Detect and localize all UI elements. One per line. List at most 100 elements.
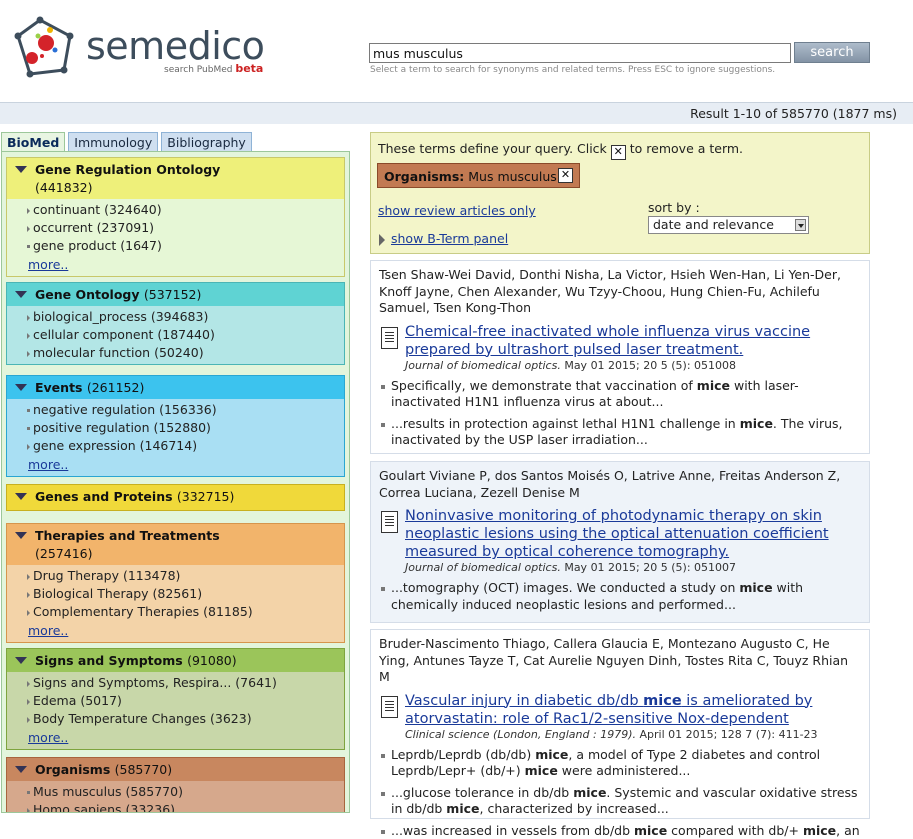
- facet-title: Gene Ontology: [35, 287, 140, 302]
- more-link[interactable]: more..: [28, 729, 338, 747]
- facet-count: (257416): [35, 546, 92, 561]
- facet-item[interactable]: occurrent (237091): [33, 219, 338, 237]
- collapse-triangle-icon[interactable]: [15, 532, 27, 539]
- result-title-link[interactable]: Noninvasive monitoring of photodynamic t…: [405, 508, 829, 560]
- logo-tagline: search PubMed beta: [164, 62, 263, 75]
- query-panel: These terms define your query. Click ✕ t…: [370, 132, 870, 254]
- collapse-triangle-icon[interactable]: [15, 493, 27, 500]
- document-icon[interactable]: [381, 511, 398, 533]
- bterm-panel-link[interactable]: show B-Term panel: [391, 231, 508, 246]
- facet-header[interactable]: Genes and Proteins (332715): [7, 485, 344, 510]
- facet-header[interactable]: Organisms (585770): [7, 758, 344, 781]
- snippet-text: ...tomography (OCT) images. We conducted…: [391, 580, 739, 595]
- sort-selected-value: date and relevance: [653, 217, 774, 232]
- snippet-hit: mice: [803, 823, 836, 838]
- facet-item[interactable]: Signs and Symptoms, Respira... (7641): [33, 674, 338, 692]
- result-authors: Goulart Viviane P, dos Santos Moisés O, …: [379, 468, 861, 501]
- facet-item[interactable]: continuant (324640): [33, 201, 338, 219]
- result-snippet: ...was increased in vessels from db/db m…: [379, 823, 861, 839]
- tab-immunology[interactable]: Immunology: [68, 132, 158, 152]
- remove-term-close-icon[interactable]: ✕: [558, 168, 573, 183]
- result-journal: Journal of biomedical optics. May 01 201…: [405, 561, 861, 575]
- document-icon[interactable]: [381, 696, 398, 718]
- logo-beta: beta: [235, 62, 263, 75]
- facet-count: (261152): [87, 380, 144, 395]
- facet-title: Organisms: [35, 762, 110, 777]
- facet-tabs: BioMed Immunology Bibliography: [1, 132, 255, 152]
- facet-header[interactable]: Gene Ontology (537152): [7, 283, 344, 306]
- facet-genes-and-proteins: Genes and Proteins (332715): [6, 484, 345, 511]
- title-hit: mice: [643, 693, 682, 709]
- facet-item[interactable]: Edema (5017): [33, 692, 338, 710]
- result-title-link[interactable]: Chemical-free inactivated whole influenz…: [405, 324, 810, 358]
- collapse-triangle-icon[interactable]: [15, 766, 27, 773]
- collapse-triangle-icon[interactable]: [15, 291, 27, 298]
- facet-item[interactable]: Homo sapiens (33236): [33, 801, 338, 813]
- facet-header[interactable]: Gene Regulation Ontology (441832): [7, 158, 344, 199]
- facet-header[interactable]: Events (261152): [7, 376, 344, 399]
- result-journal: Clinical science (London, England : 1979…: [405, 728, 861, 742]
- snippet-hit: mice: [573, 785, 606, 800]
- facet-item[interactable]: Drug Therapy (113478): [33, 567, 338, 585]
- facet-header[interactable]: Signs and Symptoms (91080): [7, 649, 344, 672]
- facet-count: (441832): [35, 180, 92, 195]
- snippet-text: , characterized by increased...: [480, 801, 669, 816]
- facet-item[interactable]: cellular component (187440): [33, 326, 338, 344]
- tab-bibliography[interactable]: Bibliography: [161, 132, 252, 152]
- facet-title: Gene Regulation Ontology: [35, 162, 220, 177]
- facet-item[interactable]: biological_process (394683): [33, 308, 338, 326]
- review-articles-link[interactable]: show review articles only: [378, 203, 536, 218]
- search-button[interactable]: search: [794, 42, 870, 63]
- facet-item[interactable]: negative regulation (156336): [33, 401, 338, 419]
- facet-item[interactable]: Biological Therapy (82561): [33, 585, 338, 603]
- sort-select[interactable]: date and relevance: [648, 216, 809, 234]
- document-icon[interactable]: [381, 327, 398, 349]
- facet-item[interactable]: molecular function (50240): [33, 344, 338, 362]
- close-icon: ✕: [611, 145, 626, 160]
- bterm-toggle[interactable]: show B-Term panel: [381, 231, 508, 246]
- result-title-link[interactable]: Vascular injury in diabetic db/db mice i…: [405, 693, 812, 727]
- expand-triangle-icon[interactable]: [379, 234, 385, 246]
- tab-biomed[interactable]: BioMed: [1, 132, 65, 152]
- more-link[interactable]: more..: [28, 256, 338, 274]
- result-journal: Journal of biomedical optics. May 01 201…: [405, 359, 861, 373]
- facet-title: Signs and Symptoms: [35, 653, 183, 668]
- query-instructions: These terms define your query. Click ✕ t…: [378, 141, 743, 160]
- snippet-text: were administered...: [558, 763, 691, 778]
- facet-therapies-and-treatments: Therapies and Treatments (257416) Drug T…: [6, 523, 345, 643]
- semedico-logo[interactable]: semedico search PubMed beta: [8, 14, 270, 84]
- result-item: Goulart Viviane P, dos Santos Moisés O, …: [370, 461, 870, 623]
- facet-item[interactable]: Complementary Therapies (81185): [33, 603, 338, 621]
- journal-name: Clinical science (London, England : 1979…: [405, 728, 636, 741]
- title-text: Vascular injury in diabetic db/db: [405, 693, 643, 709]
- snippet-hit: mice: [525, 763, 558, 778]
- collapse-triangle-icon[interactable]: [15, 657, 27, 664]
- facet-signs-and-symptoms: Signs and Symptoms (91080) Signs and Sym…: [6, 648, 345, 750]
- dropdown-arrow-icon[interactable]: [795, 219, 806, 231]
- snippet-text: ...was increased in vessels from db/db: [391, 823, 634, 838]
- query-term-chip: Organisms: Mus musculus ✕: [377, 163, 580, 188]
- facet-item[interactable]: positive regulation (152880): [33, 419, 338, 437]
- result-item: Tsen Shaw-Wei David, Donthi Nisha, La Vi…: [370, 260, 870, 454]
- logo-tagline-text: search PubMed: [164, 65, 232, 75]
- facet-item[interactable]: gene product (1647): [33, 237, 338, 255]
- snippet-hit: mice: [697, 378, 730, 393]
- collapse-triangle-icon[interactable]: [15, 166, 27, 173]
- search-input[interactable]: [369, 43, 791, 63]
- facet-sidebar: Gene Regulation Ontology (441832) contin…: [1, 151, 350, 813]
- facet-item[interactable]: gene expression (146714): [33, 437, 338, 455]
- result-item: Bruder-Nascimento Thiago, Callera Glauci…: [370, 629, 870, 819]
- result-snippet: ...tomography (OCT) images. We conducted…: [379, 580, 861, 613]
- snippet-hit: mice: [634, 823, 667, 838]
- more-link[interactable]: more..: [28, 622, 338, 640]
- snippet-text: Leprdb/Leprdb (db/db): [391, 747, 535, 762]
- facet-header[interactable]: Therapies and Treatments (257416): [7, 524, 344, 565]
- result-summary: Result 1-10 of 585770 (1877 ms): [690, 106, 897, 121]
- facet-item[interactable]: Mus musculus (585770): [33, 783, 338, 801]
- facet-organisms: Organisms (585770) Mus musculus (585770)…: [6, 757, 345, 813]
- snippet-text: ...glucose tolerance in db/db: [391, 785, 573, 800]
- more-link[interactable]: more..: [28, 456, 338, 474]
- facet-count: (585770): [115, 762, 172, 777]
- facet-item[interactable]: Body Temperature Changes (3623): [33, 710, 338, 728]
- collapse-triangle-icon[interactable]: [15, 384, 27, 391]
